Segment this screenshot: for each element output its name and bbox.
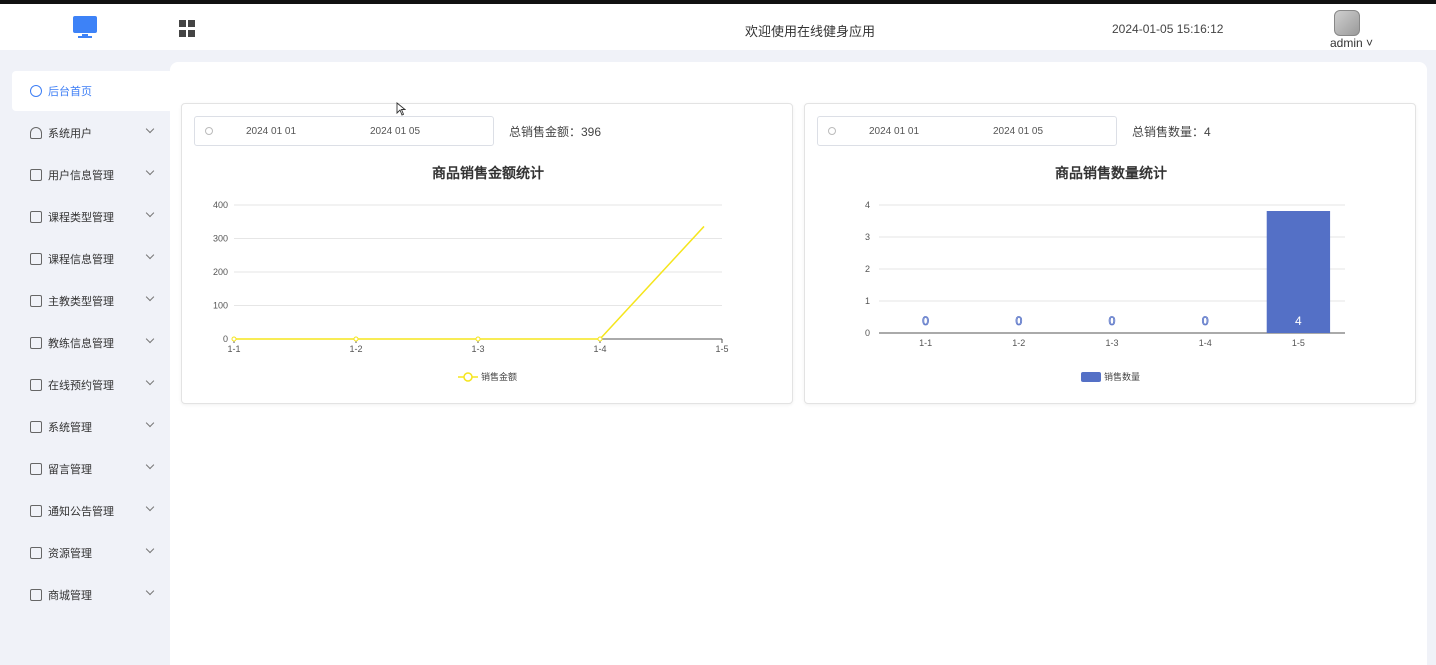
chevron-down-icon <box>145 166 155 176</box>
chevron-down-icon <box>145 502 155 512</box>
list-icon <box>30 169 42 181</box>
y-tick-label: 0 <box>865 328 870 338</box>
data-point <box>231 336 237 342</box>
sidebar-item-label: 系统用户 <box>48 128 92 140</box>
x-tick-label: 1-4 <box>1199 338 1212 348</box>
user-icon <box>30 127 42 139</box>
sidebar-item-label: 留言管理 <box>48 464 92 476</box>
sidebar-item-label: 课程信息管理 <box>48 254 114 266</box>
line-chart: 0 100 200 300 400 1-1 1-2 1-3 1-4 1-5 销售金额 <box>213 200 729 382</box>
y-tick-label: 100 <box>213 301 228 311</box>
monitor-logo-icon <box>73 16 97 40</box>
main-content: 2024 01 01 2024 01 05 总销售金额：396 商品销售金额统计… <box>170 62 1427 665</box>
chevron-down-icon <box>145 124 155 134</box>
y-tick-label: 0 <box>223 334 228 344</box>
x-tick-label: 1-2 <box>1012 338 1025 348</box>
sidebar-item[interactable]: 系统管理 <box>12 407 170 447</box>
x-tick-label: 1-1 <box>919 338 932 348</box>
chevron-down-icon <box>145 544 155 554</box>
sidebar-item-label: 在线预约管理 <box>48 380 114 392</box>
data-point <box>353 336 359 342</box>
sidebar-item-label: 课程类型管理 <box>48 212 114 224</box>
x-tick-label: 1-2 <box>349 344 362 354</box>
folder-icon <box>30 463 42 475</box>
y-tick-label: 2 <box>865 264 870 274</box>
sidebar-item[interactable]: 用户信息管理 <box>12 155 170 195</box>
sidebar-item-label: 通知公告管理 <box>48 506 114 518</box>
sidebar-item-label: 系统管理 <box>48 422 92 434</box>
sidebar-item[interactable]: 课程信息管理 <box>12 239 170 279</box>
x-tick-label: 1-4 <box>593 344 606 354</box>
data-label: 0 <box>922 314 929 328</box>
x-tick-label: 1-5 <box>1292 338 1305 348</box>
chevron-down-icon <box>145 334 155 344</box>
y-tick-label: 1 <box>865 296 870 306</box>
data-point <box>597 336 603 342</box>
sidebar-item[interactable]: 主教类型管理 <box>12 281 170 321</box>
sales-amount-panel: 2024 01 01 2024 01 05 总销售金额：396 商品销售金额统计… <box>181 103 793 404</box>
top-bar: 欢迎使用在线健身应用 2024-01-05 15:16:12 admin ˅ <box>0 0 1436 50</box>
legend-label: 销售金额 <box>481 371 517 382</box>
x-tick-label: 1-5 <box>715 344 728 354</box>
sidebar-item-label: 商城管理 <box>48 590 92 602</box>
image-icon <box>30 379 42 391</box>
data-point <box>475 336 481 342</box>
x-tick-label: 1-3 <box>471 344 484 354</box>
resource-icon <box>30 547 42 559</box>
sidebar-item-label: 用户信息管理 <box>48 170 114 182</box>
list-icon <box>30 211 42 223</box>
sidebar-item[interactable]: 商城管理 <box>12 575 170 615</box>
shop-icon <box>30 589 42 601</box>
welcome-text: 欢迎使用在线健身应用 <box>745 24 876 39</box>
data-label: 4 <box>1295 314 1302 328</box>
app-grid-icon[interactable] <box>179 20 196 37</box>
sales-quantity-panel: 2024 01 01 2024 01 05 总销售数量：4 商品销售数量统计 0… <box>804 103 1416 404</box>
data-label: 0 <box>1015 314 1022 328</box>
y-tick-label: 3 <box>865 232 870 242</box>
sidebar-item[interactable]: 教练信息管理 <box>12 323 170 363</box>
sidebar-item[interactable]: 系统用户 <box>12 113 170 153</box>
sidebar-item[interactable]: 后台首页 <box>12 71 170 111</box>
sidebar-item[interactable]: 通知公告管理 <box>12 491 170 531</box>
legend-swatch <box>1081 372 1101 382</box>
user-menu[interactable]: admin ˅ <box>1330 36 1373 50</box>
sidebar-item[interactable]: 资源管理 <box>12 533 170 573</box>
chevron-down-icon <box>145 250 155 260</box>
chevron-down-icon <box>145 376 155 386</box>
legend-marker <box>463 372 473 382</box>
sidebar: 后台首页系统用户用户信息管理 课程类型管理 课程信息管理 主教类型管理 教练信息管理 在线… <box>0 50 170 665</box>
data-label: 0 <box>1202 314 1209 328</box>
sidebar-item[interactable]: 留言管理 <box>12 449 170 489</box>
y-tick-label: 200 <box>213 267 228 277</box>
sidebar-item-label: 资源管理 <box>48 548 92 560</box>
chevron-down-icon <box>145 292 155 302</box>
x-tick-label: 1-1 <box>227 344 240 354</box>
sidebar-item[interactable]: 在线预约管理 <box>12 365 170 405</box>
list-icon <box>30 337 42 349</box>
legend-label: 销售数量 <box>1104 371 1140 382</box>
current-datetime: 2024-01-05 15:16:12 <box>1112 22 1224 36</box>
data-label: 0 <box>1109 314 1116 328</box>
y-tick-label: 300 <box>213 234 228 244</box>
y-tick-label: 400 <box>213 200 228 210</box>
chevron-down-icon <box>145 460 155 470</box>
chevron-down-icon <box>145 418 155 428</box>
y-tick-label: 4 <box>865 200 870 210</box>
avatar[interactable] <box>1334 10 1360 36</box>
chevron-down-icon <box>145 586 155 596</box>
dashboard-icon <box>30 85 42 97</box>
list-icon <box>30 295 42 307</box>
sidebar-item[interactable]: 课程类型管理 <box>12 197 170 237</box>
folder-icon <box>30 421 42 433</box>
x-tick-label: 1-3 <box>1105 338 1118 348</box>
bar-chart: 0 1 2 3 4 1-1 0 1-2 0 1-3 0 1-4 0 1-5 4 销售数量 <box>865 200 1345 382</box>
sidebar-item-label: 后台首页 <box>48 86 92 98</box>
list-icon <box>30 253 42 265</box>
series-line <box>234 225 705 340</box>
sidebar-item-label: 教练信息管理 <box>48 338 114 350</box>
sidebar-item-label: 主教类型管理 <box>48 296 114 308</box>
mouse-cursor-icon <box>396 102 406 116</box>
sparkle-icon <box>30 505 42 517</box>
chevron-down-icon <box>145 208 155 218</box>
